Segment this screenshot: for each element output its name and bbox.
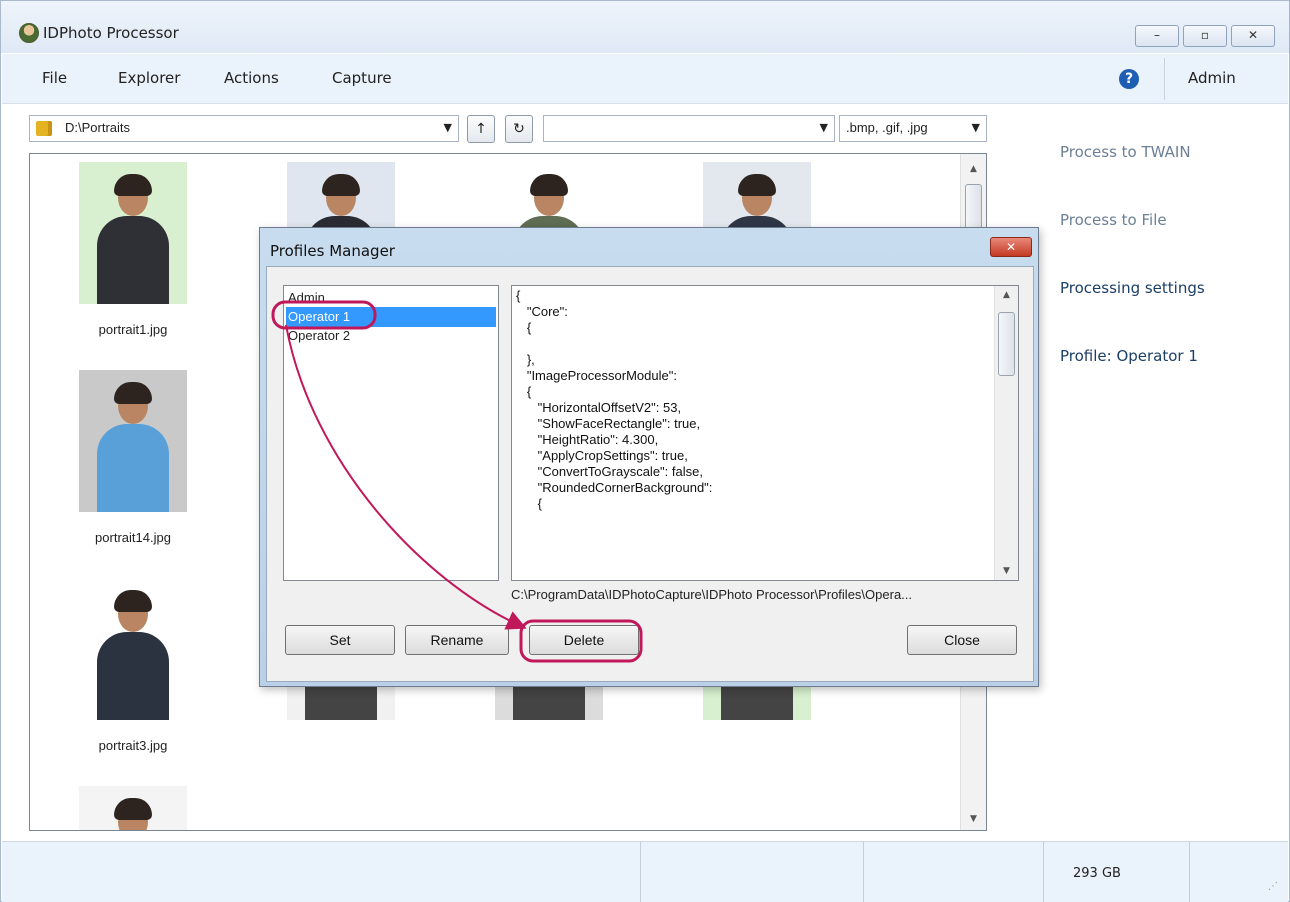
portrait-thumbnail xyxy=(79,578,187,720)
set-button[interactable]: Set xyxy=(285,625,395,655)
scroll-up-icon[interactable]: ▲ xyxy=(995,290,1018,300)
path-value: D:\Portraits xyxy=(65,120,131,135)
profiles-manager-dialog: Profiles Manager ✕ Admin Operator 1 Oper… xyxy=(259,227,1039,687)
rename-button[interactable]: Rename xyxy=(405,625,509,655)
profile-json-preview[interactable]: { "Core": { }, "ImageProcessorModule": {… xyxy=(511,285,1019,581)
menu-capture[interactable]: Capture xyxy=(332,69,392,87)
json-scrollbar[interactable]: ▲ ▼ xyxy=(994,286,1018,580)
refresh-icon: ↻ xyxy=(513,121,525,137)
profile-list[interactable]: Admin Operator 1 Operator 2 xyxy=(283,285,499,581)
status-separator xyxy=(863,842,864,902)
profile-item-operator-2[interactable]: Operator 2 xyxy=(286,326,496,346)
refresh-button[interactable]: ↻ xyxy=(505,115,533,143)
status-separator xyxy=(1189,842,1190,902)
filter-combobox[interactable]: ▼ xyxy=(543,115,835,142)
profile-item-operator-1[interactable]: Operator 1 xyxy=(286,307,496,327)
app-window: IDPhoto Processor – ▫ ✕ File Explorer Ac… xyxy=(0,0,1290,902)
portrait-thumbnail xyxy=(79,162,187,304)
dropdown-arrow-icon: ▼ xyxy=(443,121,452,134)
processing-settings-link[interactable]: Processing settings xyxy=(1060,279,1205,297)
profile-json-text: { "Core": { }, "ImageProcessorModule": {… xyxy=(516,288,713,511)
dropdown-arrow-icon: ▼ xyxy=(819,121,828,134)
title-bar[interactable]: IDPhoto Processor – ▫ ✕ xyxy=(1,1,1289,53)
dialog-close-button[interactable]: ✕ xyxy=(990,237,1032,257)
status-bar: 293 GB ⋰ xyxy=(2,841,1288,902)
up-folder-button[interactable]: ↑ xyxy=(467,115,495,143)
user-menu[interactable]: Admin xyxy=(1188,69,1236,87)
folder-icon xyxy=(36,121,52,136)
minimize-icon: – xyxy=(1154,28,1160,42)
scroll-thumb[interactable] xyxy=(998,312,1015,376)
menu-separator xyxy=(1164,58,1165,100)
arrow-up-icon: ↑ xyxy=(475,121,487,137)
profile-path-label: C:\ProgramData\IDPhotoCapture\IDPhoto Pr… xyxy=(511,587,913,602)
close-icon: ✕ xyxy=(1247,28,1259,42)
close-icon: ✕ xyxy=(1005,240,1017,254)
thumbnail-label: portrait3.jpg xyxy=(98,738,168,753)
resize-grip-icon[interactable]: ⋰ xyxy=(1268,881,1278,892)
app-icon xyxy=(19,23,39,43)
close-window-button[interactable]: ✕ xyxy=(1231,25,1275,47)
portrait-thumbnail xyxy=(79,786,187,830)
status-separator xyxy=(1043,842,1044,902)
status-separator xyxy=(640,842,641,902)
minimize-button[interactable]: – xyxy=(1135,25,1179,47)
dialog-title: Profiles Manager xyxy=(270,242,395,260)
menu-file[interactable]: File xyxy=(42,69,67,87)
extension-value: .bmp, .gif, .jpg xyxy=(846,120,928,135)
maximize-icon: ▫ xyxy=(1200,28,1210,42)
profile-item-admin[interactable]: Admin xyxy=(286,288,496,308)
dropdown-arrow-icon: ▼ xyxy=(971,121,980,134)
window-title: IDPhoto Processor xyxy=(43,24,179,42)
thumbnail-label: portrait1.jpg xyxy=(98,322,168,337)
scroll-down-icon[interactable]: ▼ xyxy=(961,814,986,824)
process-to-file-link[interactable]: Process to File xyxy=(1060,211,1167,229)
delete-button[interactable]: Delete xyxy=(529,625,639,655)
scroll-up-icon[interactable]: ▲ xyxy=(961,164,986,174)
scroll-down-icon[interactable]: ▼ xyxy=(995,566,1018,576)
dialog-body: Admin Operator 1 Operator 2 { "Core": { … xyxy=(266,266,1034,682)
process-to-twain-link[interactable]: Process to TWAIN xyxy=(1060,143,1191,161)
menu-explorer[interactable]: Explorer xyxy=(118,69,180,87)
portrait-thumbnail xyxy=(79,370,187,512)
extension-combobox[interactable]: .bmp, .gif, .jpg ▼ xyxy=(839,115,987,142)
menu-bar: File Explorer Actions Capture ? Admin xyxy=(2,54,1288,104)
menu-actions[interactable]: Actions xyxy=(224,69,279,87)
current-profile-link[interactable]: Profile: Operator 1 xyxy=(1060,347,1198,365)
path-combobox[interactable]: D:\Portraits ▼ xyxy=(29,115,459,142)
help-icon[interactable]: ? xyxy=(1119,69,1139,89)
close-button[interactable]: Close xyxy=(907,625,1017,655)
scroll-thumb[interactable] xyxy=(965,184,982,232)
maximize-button[interactable]: ▫ xyxy=(1183,25,1227,47)
thumbnail-label: portrait14.jpg xyxy=(95,530,171,545)
disk-space-label: 293 GB xyxy=(1073,866,1121,881)
